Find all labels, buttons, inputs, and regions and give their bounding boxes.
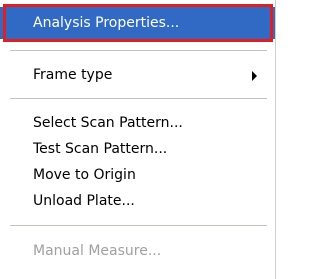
menu-item-unload-plate[interactable]: Unload Plate... bbox=[0, 188, 275, 214]
menu-item-select-scan-pattern[interactable]: Select Scan Pattern... bbox=[0, 110, 275, 136]
menu-separator bbox=[10, 50, 267, 52]
menu-separator bbox=[10, 225, 267, 227]
submenu-arrow-icon bbox=[252, 71, 257, 81]
menu-item-label: Analysis Properties... bbox=[33, 15, 180, 31]
menu-item-label: Manual Measure... bbox=[33, 243, 162, 259]
menu-item-manual-measure: Manual Measure... bbox=[0, 238, 275, 264]
menu-item-label: Select Scan Pattern... bbox=[33, 115, 183, 131]
menu-item-analysis-properties[interactable]: Analysis Properties... bbox=[0, 7, 275, 39]
menu-item-test-scan-pattern[interactable]: Test Scan Pattern... bbox=[0, 136, 275, 162]
menu-separator bbox=[10, 98, 267, 100]
menu-item-label: Move to Origin bbox=[33, 167, 136, 183]
menu-item-move-to-origin[interactable]: Move to Origin bbox=[0, 162, 275, 188]
menu-item-frame-type[interactable]: Frame type bbox=[0, 62, 275, 88]
context-menu: Analysis Properties... Frame type Select… bbox=[0, 0, 276, 279]
menu-item-label: Test Scan Pattern... bbox=[33, 141, 168, 157]
menu-item-label: Unload Plate... bbox=[33, 193, 135, 209]
menu-item-label: Frame type bbox=[33, 67, 113, 83]
